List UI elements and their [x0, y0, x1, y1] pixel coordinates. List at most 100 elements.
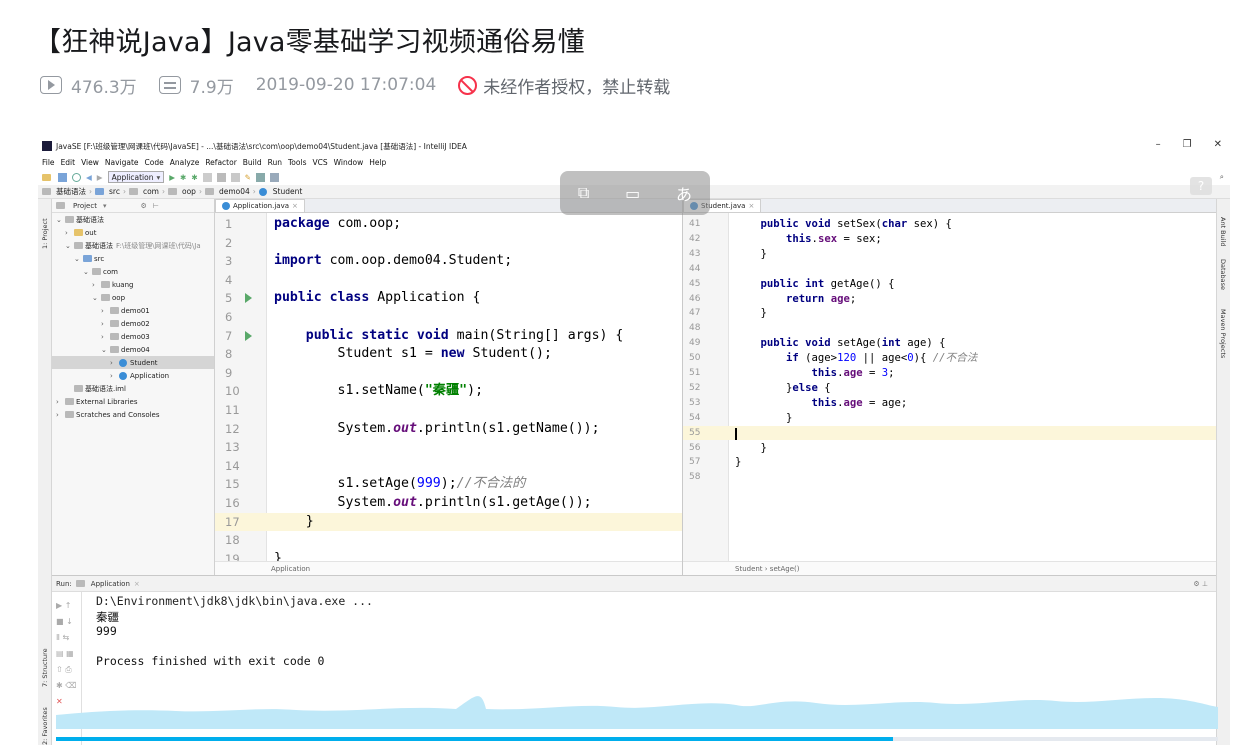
tree-item[interactable]: ⌄ com: [52, 265, 214, 278]
chevron-down-icon[interactable]: ▾: [103, 202, 107, 210]
run-gutter-icon[interactable]: [245, 330, 252, 341]
breadcrumb-student[interactable]: Student: [273, 187, 303, 196]
tree-item[interactable]: ⌄ 基础语法: [52, 213, 214, 226]
chevron-down-icon[interactable]: ⌄: [74, 255, 83, 263]
stop-icon[interactable]: [202, 172, 212, 182]
tree-item[interactable]: › kuang: [52, 278, 214, 291]
editor-application[interactable]: Application.java × 1 package com.oop; 2 3 im…: [215, 199, 683, 575]
chevron-down-icon[interactable]: ⌄: [83, 268, 92, 276]
back-icon[interactable]: ◀: [86, 173, 92, 182]
chevron-right-icon[interactable]: ›: [65, 229, 74, 237]
breadcrumb-demo04[interactable]: demo04: [219, 187, 250, 196]
menu-refactor[interactable]: Refactor: [205, 158, 236, 167]
maven-tool-button[interactable]: Maven Projects: [1219, 309, 1227, 358]
menu-build[interactable]: Build: [243, 158, 262, 167]
tree-item[interactable]: ⌄ src: [52, 252, 214, 265]
menu-file[interactable]: File: [42, 158, 55, 167]
chevron-right-icon[interactable]: ›: [101, 307, 110, 315]
open-icon[interactable]: [42, 173, 51, 181]
close-tab-icon[interactable]: ×: [292, 202, 298, 210]
project-structure-icon[interactable]: [255, 172, 265, 182]
project-panel-title[interactable]: Project: [73, 202, 97, 210]
build-icon[interactable]: [216, 172, 226, 182]
wide-mode-icon[interactable]: ▭: [625, 184, 640, 203]
sdk-icon[interactable]: [269, 172, 279, 182]
chevron-right-icon[interactable]: ›: [56, 398, 65, 406]
chevron-down-icon[interactable]: ⌄: [56, 216, 65, 224]
pause-icon[interactable]: Ⅱ ⇆: [56, 630, 77, 646]
maximize-icon[interactable]: ❐: [1183, 139, 1192, 150]
tree-item[interactable]: › demo03: [52, 330, 214, 343]
run-tab[interactable]: Application: [91, 580, 130, 588]
tree-item[interactable]: › Application: [52, 369, 214, 382]
tree-item[interactable]: ⌄ oop: [52, 291, 214, 304]
close-icon[interactable]: ✕: [1214, 139, 1222, 150]
help-icon[interactable]: ?: [1190, 177, 1212, 195]
tree-item[interactable]: › demo01: [52, 304, 214, 317]
video-player[interactable]: JavaSE [F:\班级管理\网课班\代码\JavaSE] - ...\基础语…: [38, 137, 1230, 745]
sync-icon[interactable]: [72, 172, 81, 182]
close-tab-icon[interactable]: ×: [748, 202, 754, 210]
menu-code[interactable]: Code: [145, 158, 164, 167]
stop-icon[interactable]: ■ ↓: [56, 614, 77, 630]
chevron-right-icon[interactable]: ›: [110, 372, 119, 380]
hide-icon[interactable]: ⊢: [153, 202, 159, 210]
structure-tool-button[interactable]: 7: Structure: [41, 648, 49, 687]
tree-item[interactable]: 基础语法.iml: [52, 382, 214, 395]
chevron-down-icon[interactable]: ⌄: [92, 294, 101, 302]
tree-item[interactable]: › External Libraries: [52, 395, 214, 408]
minimize-icon[interactable]: –: [1156, 139, 1161, 150]
menu-analyze[interactable]: Analyze: [170, 158, 200, 167]
menu-tools[interactable]: Tools: [288, 158, 306, 167]
run-config-select[interactable]: Application ▾: [107, 171, 165, 183]
menu-run[interactable]: Run: [268, 158, 282, 167]
breadcrumb-com[interactable]: com: [143, 187, 159, 196]
menu-navigate[interactable]: Navigate: [105, 158, 139, 167]
breadcrumb-module[interactable]: 基础语法: [56, 186, 86, 197]
tree-item[interactable]: ⌄ demo04: [52, 343, 214, 356]
settings-icon[interactable]: ✎: [245, 173, 251, 182]
menu-window[interactable]: Window: [334, 158, 364, 167]
menu-view[interactable]: View: [81, 158, 99, 167]
gear-icon[interactable]: ⚙: [140, 202, 146, 210]
chevron-down-icon[interactable]: ⌄: [65, 242, 74, 250]
tree-item[interactable]: › demo02: [52, 317, 214, 330]
progress-bar[interactable]: [56, 725, 1218, 741]
rerun-icon[interactable]: ▶ ↑: [56, 598, 77, 614]
tree-item[interactable]: › out: [52, 226, 214, 239]
run-gutter-icon[interactable]: [245, 293, 252, 304]
chevron-right-icon[interactable]: ›: [101, 333, 110, 341]
coverage-icon[interactable]: ✱: [191, 173, 197, 182]
forward-icon[interactable]: ▶: [97, 173, 103, 182]
print-icon[interactable]: ⇧ ⎙: [56, 662, 77, 678]
structure-icon[interactable]: [230, 172, 240, 182]
chevron-right-icon[interactable]: ›: [101, 320, 110, 328]
gear-icon[interactable]: ⚙ ⊥: [1193, 580, 1208, 588]
search-icon[interactable]: ⌕: [1220, 172, 1224, 182]
dump-icon[interactable]: ▤ ▦: [56, 646, 77, 662]
tree-item[interactable]: ⌄ 基础语法 F:\班级管理\网课班\代码\Ja: [52, 239, 214, 252]
chevron-down-icon[interactable]: ⌄: [101, 346, 110, 354]
tab-application-java[interactable]: Application.java ×: [215, 199, 305, 212]
tree-item[interactable]: › Student: [52, 356, 214, 369]
tree-item[interactable]: › Scratches and Consoles: [52, 408, 214, 421]
close-tab-icon[interactable]: ×: [134, 580, 140, 588]
debug-icon[interactable]: ✱: [180, 173, 186, 182]
save-icon[interactable]: [58, 172, 67, 182]
database-tool-button[interactable]: Database: [1219, 259, 1227, 290]
subtitle-icon[interactable]: あ: [676, 181, 692, 205]
chevron-right-icon[interactable]: ›: [92, 281, 101, 289]
menu-help[interactable]: Help: [369, 158, 386, 167]
project-tool-button[interactable]: 1: Project: [41, 218, 49, 249]
editor-student[interactable]: Student.java × 41 public void setSex(cha…: [683, 199, 1216, 575]
ant-build-tool-button[interactable]: Ant Build: [1219, 217, 1227, 247]
chevron-right-icon[interactable]: ›: [56, 411, 65, 419]
breadcrumb-src[interactable]: src: [109, 187, 120, 196]
menu-vcs[interactable]: VCS: [312, 158, 327, 167]
console-output[interactable]: D:\Environment\jdk8\jdk\bin\java.exe ...…: [96, 594, 373, 669]
pip-icon[interactable]: ⧉: [578, 183, 589, 203]
run-icon[interactable]: ▶: [169, 173, 175, 182]
chevron-right-icon[interactable]: ›: [110, 359, 119, 367]
menu-edit[interactable]: Edit: [61, 158, 76, 167]
favorites-tool-button[interactable]: 2: Favorites: [41, 707, 49, 745]
